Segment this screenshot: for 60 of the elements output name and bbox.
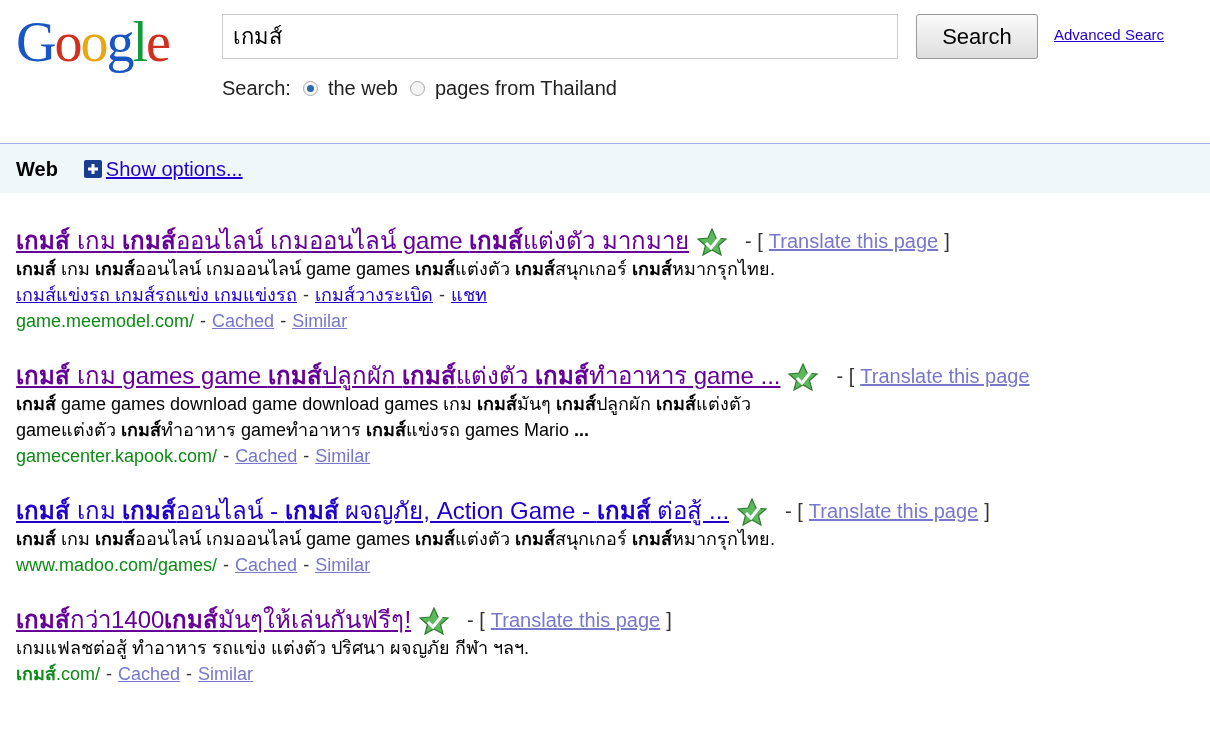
result-url: www.madoo.com/games/	[16, 555, 218, 575]
separator-text: - [	[467, 609, 485, 631]
separator-text: - [	[836, 365, 855, 387]
translate-link[interactable]: Translate this page	[808, 500, 979, 522]
sitelink[interactable]: เกมส์แข่งรถ เกมส์รถแข่ง เกมแข่งรถ	[16, 285, 297, 305]
show-options-link[interactable]: Show options...	[105, 153, 243, 184]
bar-title: Web	[16, 156, 58, 182]
separator-text: -	[106, 664, 112, 684]
translate-link[interactable]: Translate this page	[768, 230, 939, 252]
radio-button[interactable]	[410, 80, 425, 96]
cache-link[interactable]: Cached	[212, 311, 275, 331]
separator-text: -	[280, 311, 287, 331]
result-url: game.meemodel.com/	[16, 311, 195, 331]
advanced-search-link[interactable]: Advanced Searc	[1054, 24, 1165, 47]
separator-text: ]	[944, 230, 950, 252]
cache-link[interactable]: Cached	[235, 555, 298, 575]
result-snippet: gameแต่งตัว เกมส์ทำอาหาร gameทำอาหาร เกมส์แข่งรถ games Mario ...	[16, 418, 591, 442]
separator-text: -	[223, 446, 230, 466]
separator-text: -	[303, 555, 310, 575]
separator-text: -	[200, 311, 207, 331]
cache-link[interactable]: Similar	[292, 311, 348, 331]
separator-text: -	[223, 555, 230, 575]
sitelink[interactable]: เกมส์วางระเบิด	[315, 285, 433, 305]
separator-text: - [	[745, 230, 763, 252]
separator-text: - [	[785, 500, 803, 522]
search-field[interactable]: เกมส์	[222, 14, 898, 59]
cache-link[interactable]: Cached	[118, 664, 181, 684]
result-title-link[interactable]: เกมส์ เกม เกมส์ออนไลน์ เกมออนไลน์ game เกมส์แต่งตัว มากมาย	[16, 226, 690, 256]
cache-link[interactable]: Similar	[315, 555, 371, 575]
search-button[interactable]: Search	[916, 14, 1038, 59]
result-snippet: เกมส์ เกม เกมส์ออนไลน์ เกมออนไลน์ game games เกมส์แต่งตัว เกมส์สนุกเกอร์ เกมส์หมากรุกไทย.	[16, 527, 777, 552]
result-title-link[interactable]: เกมส์ เกม games game เกมส์ปลูกผัก เกมส์แต่งตัว เกมส์ทำอาหาร game ...	[16, 361, 781, 391]
radio-label: pages from Thailand	[435, 76, 617, 101]
separator-text: -	[303, 285, 309, 305]
radio-button[interactable]	[302, 80, 318, 96]
star-check-icon[interactable]	[788, 363, 819, 391]
result-url: gamecenter.kapook.com/	[16, 446, 218, 466]
result-url: เกมส์.com/	[16, 664, 100, 684]
scope-label: Search:	[222, 76, 291, 101]
radio-label: the web	[327, 76, 398, 101]
separator-text: ]	[666, 609, 672, 631]
cache-link[interactable]: Cached	[235, 446, 298, 466]
result-snippet: เกมแฟลชต่อสู้ ทำอาหาร รถแข่ง แต่งตัว ปริศนา ผจญภัย กีฬา ฯลฯ.	[16, 637, 530, 661]
separator-text: -	[303, 446, 310, 466]
star-check-icon[interactable]	[737, 498, 768, 526]
result-title-link[interactable]: เกมส์ เกม เกมส์ออนไลน์ - เกมส์ ผจญภัย, Action Game - เกมส์ ต่อสู้ ...	[16, 496, 730, 526]
separator-text: -	[439, 285, 445, 305]
separator-text: -	[186, 664, 193, 684]
cache-link[interactable]: Similar	[315, 446, 371, 466]
translate-link[interactable]: Translate this page	[860, 365, 1030, 387]
result-title-link[interactable]: เกมส์กว่า1400เกมส์มันๆให้เล่นกันฟรีๆ!	[16, 605, 412, 635]
plus-icon[interactable]	[83, 159, 102, 178]
translate-link[interactable]: Translate this page	[490, 609, 661, 631]
result-snippet: เกมส์ เกม เกมส์ออนไลน์ เกมออนไลน์ game games เกมส์แต่งตัว เกมส์สนุกเกอร์ เกมส์หมากรุกไทย.	[16, 257, 777, 282]
star-check-icon[interactable]	[419, 607, 450, 635]
cache-link[interactable]: Similar	[198, 664, 254, 684]
star-check-icon[interactable]	[697, 228, 728, 256]
result-snippet: เกมส์ game games download game download games เกม เกมส์มันๆ เกมส์ปลูกผัก เกมส์แต่งตัว	[16, 392, 753, 417]
sitelink[interactable]: แชท	[451, 285, 487, 305]
separator-text: ]	[984, 500, 990, 522]
